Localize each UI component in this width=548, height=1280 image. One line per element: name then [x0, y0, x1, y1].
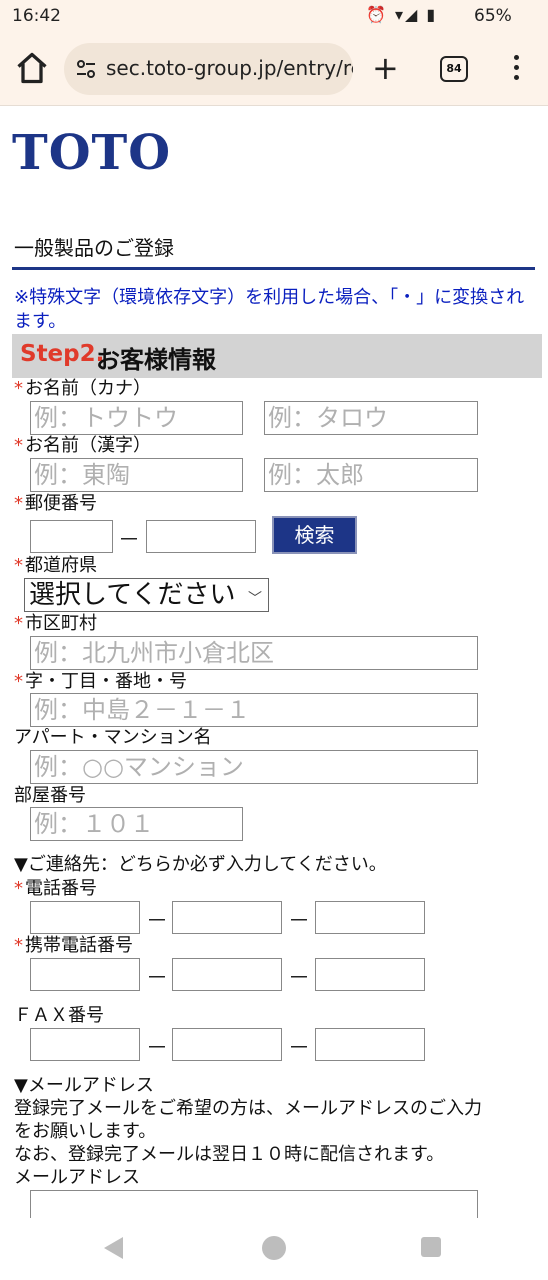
- building-input[interactable]: 例：○○マンション: [30, 750, 478, 784]
- required-mark: *: [14, 493, 23, 514]
- back-icon[interactable]: [104, 1237, 123, 1259]
- battery-level: 65%: [474, 6, 512, 26]
- address-input[interactable]: 例：中島２－１－１: [30, 693, 478, 727]
- recents-icon[interactable]: [421, 1237, 441, 1257]
- phone-label: * 電話番号: [14, 878, 97, 899]
- prefecture-label: * 都道府県: [14, 555, 97, 576]
- kanji-first-name-input[interactable]: 例：太郎: [264, 458, 478, 492]
- phone-part2-input[interactable]: [172, 901, 282, 934]
- postal-code-second-input[interactable]: [146, 520, 256, 553]
- step-header: Step2. お客様情報: [12, 334, 542, 378]
- phone-dash: －: [288, 909, 311, 934]
- tab-switcher-button[interactable]: 84: [440, 56, 468, 82]
- phone-part3-input[interactable]: [315, 901, 425, 934]
- address-label: * 字・丁目・番地・号: [14, 671, 187, 692]
- kanji-label: * お名前（漢字）: [14, 435, 151, 456]
- url-text[interactable]: sec.toto-group.jp/entry/re: [106, 56, 353, 80]
- special-char-notice: ※特殊文字（環境依存文字）を利用した場合、「・」に変換されます。: [14, 287, 525, 332]
- kana-label: * お名前（カナ）: [14, 378, 151, 399]
- mail-note-line1: 登録完了メールをご希望の方は、メールアドレスのご入力: [14, 1098, 482, 1119]
- mobile-part2-input[interactable]: [172, 958, 282, 991]
- required-mark: *: [14, 671, 23, 692]
- postal-code-first-input[interactable]: [30, 520, 113, 553]
- status-time: 16:42: [12, 6, 61, 26]
- fax-part3-input[interactable]: [315, 1028, 425, 1061]
- room-label: 部屋番号: [14, 785, 86, 806]
- mobile-label: * 携帯電話番号: [14, 935, 133, 956]
- home-circle-icon[interactable]: [262, 1236, 286, 1260]
- fax-part2-input[interactable]: [172, 1028, 282, 1061]
- status-icons: ⏰ ▾◢ ▮: [366, 5, 438, 24]
- required-mark: *: [14, 555, 23, 576]
- step-number: Step2.: [20, 341, 105, 367]
- mobile-dash: －: [288, 966, 311, 991]
- required-mark: *: [14, 613, 23, 634]
- city-label: * 市区町村: [14, 613, 97, 634]
- mail-heading: ▼メールアドレス: [14, 1075, 154, 1096]
- fax-dash: －: [146, 1036, 169, 1061]
- mail-note-line3: なお、登録完了メールは翌日１０時に配信されます。: [14, 1144, 445, 1165]
- fax-dash: －: [288, 1036, 311, 1061]
- chevron-down-icon: ﹀: [248, 591, 262, 607]
- required-mark: *: [14, 435, 23, 456]
- address-bar[interactable]: sec.toto-group.jp/entry/re: [64, 43, 353, 95]
- kana-first-name-input[interactable]: 例：タロウ: [264, 401, 478, 435]
- prefecture-selected-value: 選択してください: [29, 580, 236, 610]
- postal-search-button[interactable]: 検索: [272, 516, 357, 554]
- system-nav-bar: [0, 1218, 548, 1280]
- building-label: アパート・マンション名: [14, 727, 212, 748]
- mail-note-line2: をお願いします。: [14, 1121, 157, 1142]
- step-title: お客様情報: [96, 346, 216, 374]
- mobile-part3-input[interactable]: [315, 958, 425, 991]
- mail-label: メールアドレス: [14, 1167, 140, 1188]
- kanji-last-name-input[interactable]: 例：東陶: [30, 458, 243, 492]
- phone-part1-input[interactable]: [30, 901, 140, 934]
- required-mark: *: [14, 378, 23, 399]
- toto-logo[interactable]: TOTO: [12, 128, 171, 178]
- fax-part1-input[interactable]: [30, 1028, 140, 1061]
- prefecture-select[interactable]: 選択してください ﹀: [24, 578, 269, 612]
- required-mark: *: [14, 935, 23, 956]
- more-options-icon[interactable]: [506, 52, 526, 86]
- postal-label: * 郵便番号: [14, 493, 97, 514]
- required-mark: *: [14, 878, 23, 899]
- new-tab-button[interactable]: +: [372, 52, 399, 84]
- page-title: 一般製品のご登録: [14, 236, 174, 260]
- mobile-part1-input[interactable]: [30, 958, 140, 991]
- room-input[interactable]: 例：１０１: [30, 807, 243, 841]
- title-divider: [12, 267, 535, 270]
- kana-last-name-input[interactable]: 例：トウトウ: [30, 401, 243, 435]
- postal-dash: －: [118, 528, 141, 553]
- browser-toolbar: sec.toto-group.jp/entry/re + 84: [0, 32, 548, 106]
- city-input[interactable]: 例：北九州市小倉北区: [30, 636, 478, 670]
- status-bar: 16:42 ⏰ ▾◢ ▮ 65%: [0, 0, 548, 32]
- contact-heading: ▼ご連絡先：どちらか必ず入力してください。: [14, 854, 387, 875]
- site-settings-icon[interactable]: [74, 57, 98, 81]
- fax-label: ＦＡＸ番号: [14, 1005, 104, 1026]
- home-icon[interactable]: [14, 50, 50, 86]
- phone-dash: －: [146, 909, 169, 934]
- mobile-dash: －: [146, 966, 169, 991]
